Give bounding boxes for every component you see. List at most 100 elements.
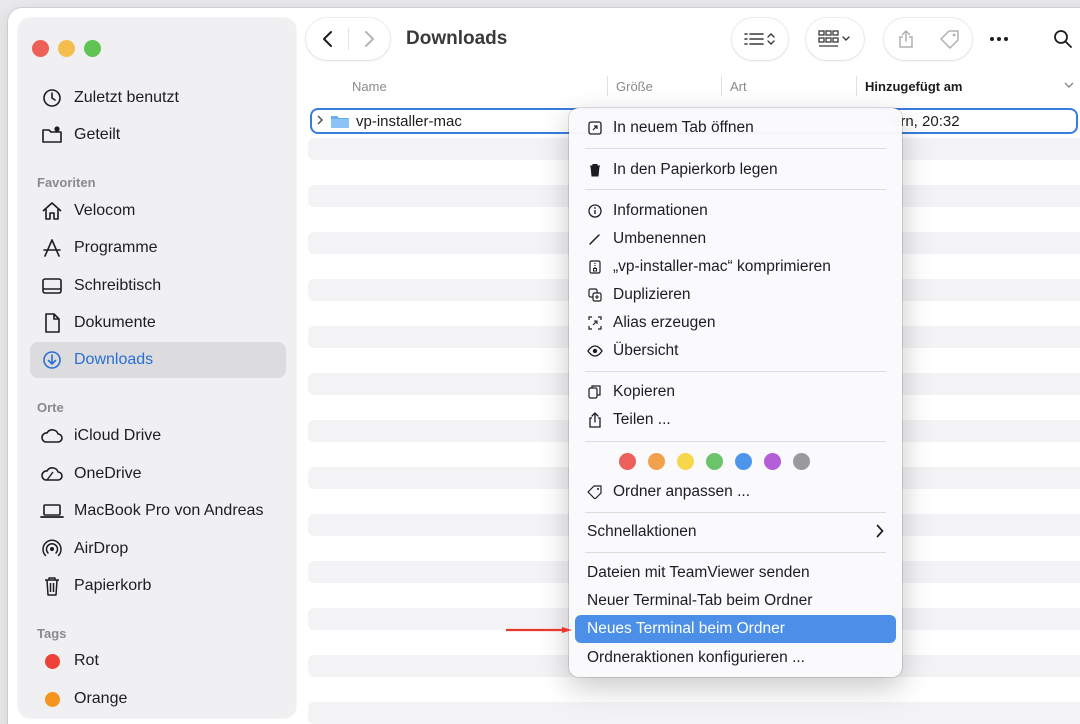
menu-item-duplicate[interactable]: Duplizieren [575,281,896,309]
menu-item-teamviewer[interactable]: Dateien mit TeamViewer senden [575,559,896,587]
folder-icon [331,115,349,128]
sidebar: Zuletzt benutzt Geteilt Favoriten Veloco… [18,18,296,718]
menu-item-label: Alias erzeugen [613,314,716,331]
sidebar-item-icloud[interactable]: iCloud Drive [30,418,286,454]
ellipsis-icon [990,37,1008,41]
window-controls [32,40,101,57]
window-title: Downloads [406,28,508,49]
more-button[interactable] [976,18,1022,60]
trash-icon [587,162,603,178]
chevron-left-icon [322,31,332,47]
close-window-button[interactable] [32,40,49,57]
airdrop-icon [40,537,64,561]
menu-item-make-alias[interactable]: Alias erzeugen [575,309,896,337]
document-icon [40,311,64,335]
sidebar-item-macbook[interactable]: MacBook Pro von Andreas [30,493,286,529]
sidebar-item-label: Orange [74,690,128,707]
annotation-arrow-icon [506,627,572,633]
menu-item-tags[interactable]: Ordner anpassen ... [575,478,896,506]
sidebar-item-trash[interactable]: Papierkorb [30,568,286,604]
new-tab-icon [587,120,603,136]
sidebar-item-label: Zuletzt benutzt [74,89,179,106]
nav-buttons [306,18,390,60]
share-tag-group [884,18,972,60]
applications-icon [40,236,64,260]
tag-dot-icon [40,649,64,673]
duplicate-icon [587,287,603,303]
view-options-button[interactable] [732,18,788,60]
tag-color-red[interactable] [619,453,636,470]
list-row-stripe [308,702,1080,724]
zoom-window-button[interactable] [84,40,101,57]
menu-item-quick-actions[interactable]: Schnellaktionen [575,518,896,546]
menu-item-new-terminal-tab[interactable]: Neuer Terminal-Tab beim Ordner [575,587,896,615]
tag-button[interactable] [928,29,972,49]
column-kind[interactable]: Art [730,79,747,94]
column-name[interactable]: Name [352,79,387,94]
tag-color-orange[interactable] [648,453,665,470]
sidebar-item-label: Geteilt [74,126,121,143]
column-date-added[interactable]: Hinzugefügt am [865,79,963,94]
sidebar-item-airdrop[interactable]: AirDrop [30,531,286,567]
toolbar: Downloads [304,8,1080,72]
sidebar-item-tag-red[interactable]: Rot [30,643,286,679]
share-button[interactable] [884,29,928,49]
menu-item-label: Ordner anpassen ... [613,483,750,500]
group-button[interactable] [806,18,864,60]
trash-icon [40,574,64,598]
sidebar-item-applications[interactable]: Programme [30,230,286,266]
sidebar-item-label: MacBook Pro von Andreas [74,502,264,519]
menu-item-label: Schnellaktionen [587,523,697,540]
column-size[interactable]: Größe [616,79,653,94]
menu-item-compress[interactable]: „vp-installer-mac“ komprimieren [575,253,896,281]
search-button[interactable] [1042,18,1080,60]
archive-icon [587,259,603,275]
minimize-window-button[interactable] [58,40,75,57]
laptop-icon [40,499,64,523]
menu-item-rename[interactable]: Umbenennen [575,225,896,253]
finder-window: Zuletzt benutzt Geteilt Favoriten Veloco… [8,8,1080,724]
sidebar-item-desktop[interactable]: Schreibtisch [30,268,286,304]
disclosure-chevron-icon[interactable] [315,113,327,130]
sidebar-item-shared[interactable]: Geteilt [30,117,286,153]
menu-item-label: Informationen [613,202,708,219]
sidebar-item-tag-orange[interactable]: Orange [30,681,286,717]
home-icon [40,199,64,223]
sidebar-item-label: Downloads [74,351,154,368]
sidebar-item-label: OneDrive [74,465,142,482]
tag-color-gray[interactable] [793,453,810,470]
menu-item-label: Dateien mit TeamViewer senden [587,564,810,581]
menu-item-label: Übersicht [613,342,679,359]
tag-icon [940,30,959,49]
shared-folder-icon [40,123,64,147]
onedrive-icon [40,462,64,486]
sidebar-item-onedrive[interactable]: OneDrive [30,456,286,492]
menu-item-folder-actions[interactable]: Ordneraktionen konfigurieren ... [575,644,896,672]
chevron-right-icon [364,31,374,47]
sidebar-item-recents[interactable]: Zuletzt benutzt [30,80,286,116]
forward-button[interactable] [349,30,389,48]
tag-color-blue[interactable] [735,453,752,470]
tag-dot-icon [40,687,64,711]
share-icon [587,412,603,428]
menu-item-share[interactable]: Teilen ... [575,406,896,434]
sidebar-item-documents[interactable]: Dokumente [30,305,286,341]
menu-item-get-info[interactable]: Informationen [575,197,896,225]
tag-color-purple[interactable] [764,453,781,470]
tag-color-yellow[interactable] [677,453,694,470]
back-button[interactable] [308,30,348,48]
download-icon [40,348,64,372]
section-favorites: Favoriten [37,175,96,190]
menu-item-copy[interactable]: Kopieren [575,378,896,406]
menu-item-move-to-trash[interactable]: In den Papierkorb legen [575,156,896,184]
sidebar-item-label: Rot [74,652,99,669]
sidebar-item-downloads[interactable]: Downloads [30,342,286,378]
sidebar-item-label: Papierkorb [74,577,152,594]
sidebar-item-velocom[interactable]: Velocom [30,193,286,229]
copy-icon [587,384,603,400]
info-icon [587,203,603,219]
menu-item-new-terminal[interactable]: Neues Terminal beim Ordner [575,615,896,643]
tag-color-green[interactable] [706,453,723,470]
menu-item-open-new-tab[interactable]: In neuem Tab öffnen [575,114,896,142]
menu-item-quick-look[interactable]: Übersicht [575,337,896,365]
